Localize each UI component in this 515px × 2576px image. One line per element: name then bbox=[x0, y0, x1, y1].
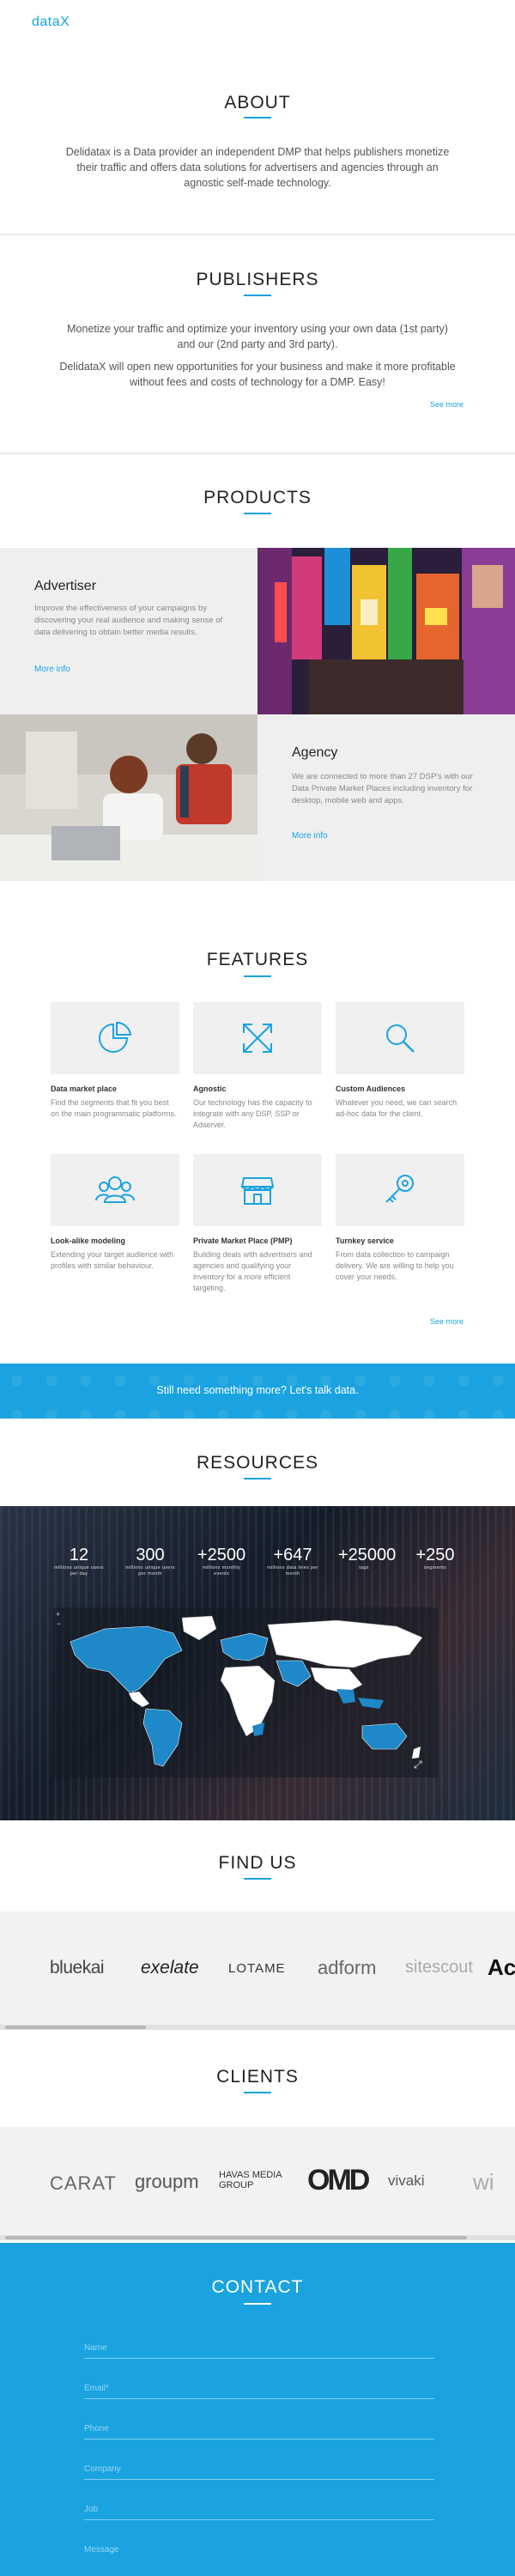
publishers-text-2: DelidataX will open new opportunities fo… bbox=[59, 361, 456, 388]
agency-more-info-link[interactable]: More info bbox=[292, 831, 328, 841]
find-us-title: FIND US bbox=[218, 1853, 297, 1873]
about-title: ABOUT bbox=[224, 93, 291, 112]
features-title: FEATURES bbox=[206, 950, 309, 969]
banner-text[interactable]: Still need something more? Let's talk da… bbox=[0, 1384, 515, 1396]
advertiser-more-info-link[interactable]: More info bbox=[34, 665, 70, 674]
feature-text: Find the segments that fit you best on t… bbox=[51, 1098, 177, 1118]
message-field[interactable] bbox=[84, 2540, 434, 2561]
clients-title: CLIENTS bbox=[216, 2067, 299, 2087]
logo[interactable]: dataX bbox=[32, 15, 70, 30]
stat: 12 millions unique users per day bbox=[54, 1546, 104, 1577]
scrollbar-thumb[interactable] bbox=[5, 2236, 467, 2239]
expand-arrows-icon bbox=[243, 1024, 272, 1053]
find-us-underline bbox=[244, 1878, 271, 1880]
talk-data-banner[interactable]: Still need something more? Let's talk da… bbox=[0, 1364, 515, 1419]
name-input[interactable] bbox=[84, 2338, 434, 2357]
zoom-out-icon[interactable]: − bbox=[57, 1619, 61, 1628]
partner-logo[interactable]: bluekai bbox=[50, 1958, 105, 1978]
city-lights-image bbox=[258, 548, 515, 714]
client-logo[interactable]: OMD bbox=[307, 2164, 370, 2197]
publishers-underline bbox=[244, 295, 271, 296]
office-people-image bbox=[0, 714, 258, 881]
company-input[interactable] bbox=[84, 2459, 434, 2478]
feature-title: Custom Audiences bbox=[336, 1084, 406, 1093]
features-underline bbox=[244, 975, 271, 977]
zoom-in-icon[interactable]: + bbox=[56, 1610, 60, 1619]
phone-input[interactable] bbox=[84, 2419, 434, 2438]
agency-text: We are connected to more than 27 DSP's w… bbox=[292, 772, 473, 805]
job-field[interactable] bbox=[84, 2500, 434, 2520]
contact-title: CONTACT bbox=[211, 2277, 304, 2297]
email-field[interactable] bbox=[84, 2379, 434, 2399]
stat: +250 segments bbox=[415, 1546, 455, 1571]
world-map[interactable]: + − ⤢ bbox=[53, 1607, 438, 1777]
agency-title: Agency bbox=[292, 745, 338, 760]
feature-turnkey-box bbox=[336, 1154, 464, 1226]
message-input[interactable] bbox=[84, 2540, 434, 2559]
partner-logo[interactable]: exelate bbox=[141, 1958, 199, 1978]
feature-look-alike-box bbox=[51, 1154, 179, 1226]
feature-title: Agnostic bbox=[193, 1084, 227, 1093]
client-logo[interactable]: CARAT bbox=[50, 2172, 117, 2195]
partner-logo[interactable]: LOTAME bbox=[228, 1961, 286, 1976]
feature-text: Extending your target audience with prof… bbox=[51, 1250, 174, 1270]
job-input[interactable] bbox=[84, 2500, 434, 2518]
client-logo[interactable]: vivaki bbox=[388, 2172, 425, 2190]
products-underline bbox=[244, 513, 271, 514]
partner-logo[interactable]: adform bbox=[318, 1957, 376, 1979]
publishers-title: PUBLISHERS bbox=[196, 270, 319, 289]
feature-text: From data collection to campaign deliver… bbox=[336, 1250, 454, 1281]
find-us-scrollbar[interactable] bbox=[0, 2025, 515, 2030]
feature-data-market-place-box bbox=[51, 1002, 179, 1074]
fullscreen-icon[interactable]: ⤢ bbox=[414, 1759, 422, 1771]
feature-pmp-box bbox=[193, 1154, 322, 1226]
name-field[interactable] bbox=[84, 2338, 434, 2359]
partner-logo[interactable]: sitescout bbox=[405, 1958, 473, 1978]
client-logo[interactable]: wi bbox=[473, 2169, 494, 2196]
feature-title: Data market place bbox=[51, 1084, 118, 1093]
client-logo[interactable]: HAVAS MEDIA GROUP bbox=[219, 2170, 288, 2190]
stat: +25000 tags bbox=[338, 1546, 397, 1571]
feature-custom-audiences-box bbox=[336, 1002, 464, 1074]
feature-text: Our technology has the capacity to integ… bbox=[193, 1098, 312, 1129]
key-icon bbox=[385, 1175, 414, 1203]
advertiser-title: Advertiser bbox=[34, 579, 97, 593]
publishers-see-more-link[interactable]: See more bbox=[430, 400, 464, 409]
divider bbox=[0, 234, 515, 235]
stat: +647 millions data lines per month bbox=[267, 1546, 318, 1577]
advertiser-text: Improve the effectiveness of your campai… bbox=[34, 604, 223, 637]
publishers-text-1: Monetize your traffic and optimize your … bbox=[67, 323, 448, 350]
feature-agnostic-box bbox=[193, 1002, 322, 1074]
email-input[interactable] bbox=[84, 2379, 434, 2397]
about-underline bbox=[244, 117, 271, 118]
clients-scrollbar[interactable] bbox=[0, 2235, 515, 2240]
stat: +2500 millions monthly events bbox=[197, 1546, 246, 1577]
pie-chart-icon bbox=[99, 1021, 132, 1053]
feature-title: Private Market Place (PMP) bbox=[193, 1236, 293, 1245]
store-icon bbox=[240, 1177, 275, 1205]
company-field[interactable] bbox=[84, 2459, 434, 2480]
about-text: Delidatax is a Data provider an independ… bbox=[65, 146, 450, 189]
partner-logo[interactable]: Ac bbox=[488, 1954, 515, 1981]
divider bbox=[0, 453, 515, 454]
scrollbar-thumb[interactable] bbox=[5, 2026, 146, 2029]
clients-underline bbox=[244, 2092, 271, 2093]
client-logo[interactable]: groupm bbox=[135, 2171, 199, 2193]
phone-field[interactable] bbox=[84, 2419, 434, 2439]
search-icon bbox=[386, 1024, 415, 1053]
contact-underline bbox=[244, 2303, 271, 2305]
feature-text: Whatever you need, we can search ad-hoc … bbox=[336, 1098, 457, 1118]
feature-text: Building deals with advertisers and agen… bbox=[193, 1250, 312, 1292]
stat: 300 millions unique users per month bbox=[125, 1546, 175, 1577]
features-see-more-link[interactable]: See more bbox=[430, 1317, 464, 1326]
users-icon bbox=[95, 1176, 135, 1203]
products-title: PRODUCTS bbox=[203, 488, 312, 507]
feature-title: Turnkey service bbox=[336, 1236, 394, 1245]
resources-title: RESOURCES bbox=[196, 1453, 319, 1473]
resources-underline bbox=[244, 1478, 271, 1479]
feature-title: Look-alike modeling bbox=[51, 1236, 126, 1245]
